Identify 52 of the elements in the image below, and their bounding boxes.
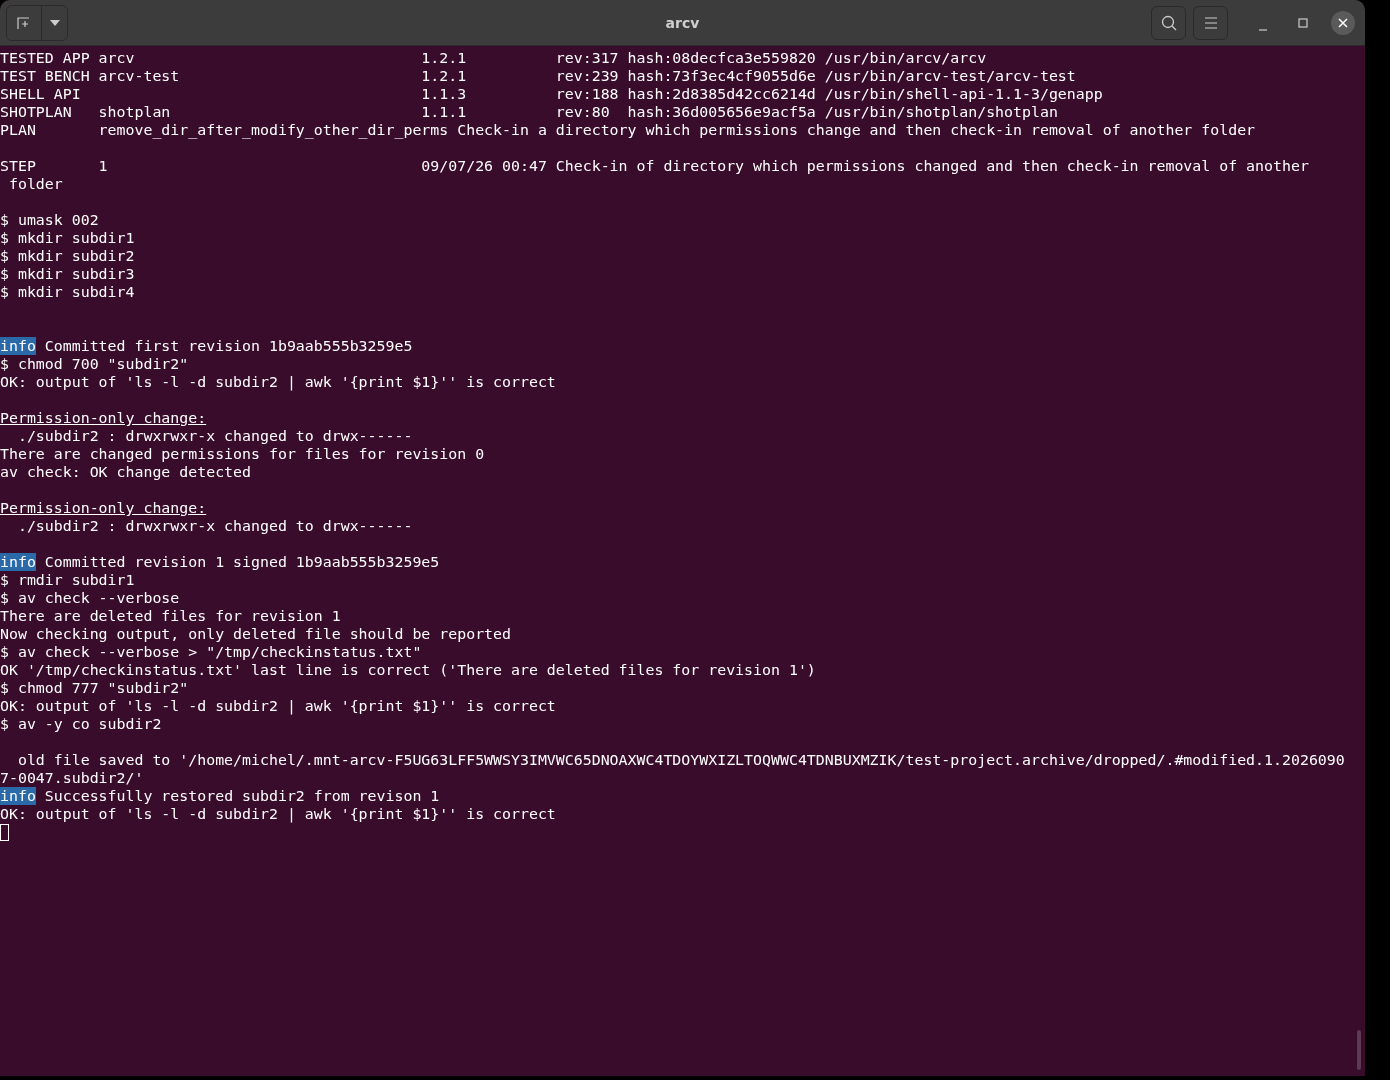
output-line: Now checking output, only deleted file should be reported [0, 625, 511, 643]
output-line: TEST BENCH arcv-test 1.2.1 rev:239 hash:73f3ec4cf9055d6e /usr/bin/arcv-test/arcv-test [0, 67, 1076, 85]
output-line: SHOTPLAN shotplan 1.1.1 rev:80 hash:36d005656e9acf5a /usr/bin/shotplan/shotplan [0, 103, 1058, 121]
output-line: $ chmod 777 "subdir2" [0, 679, 189, 697]
output-line: TESTED APP arcv 1.2.1 rev:317 hash:08decfca3e559820 /usr/bin/arcv/arcv [0, 49, 987, 67]
output-line: av check: OK change detected [0, 463, 252, 481]
output-line: There are changed permissions for files for revision 0 [0, 445, 485, 463]
output-line: $ mkdir subdir4 [0, 283, 135, 301]
output-line: OK: output of 'ls -l -d subdir2 | awk '{print $1}'' is correct [0, 697, 556, 715]
output-line: PLAN remove_dir_after_modify_other_dir_perms Check-in a directory which permissions change and then check-in removal of another folder [0, 121, 1256, 139]
close-icon [1338, 17, 1348, 28]
output-line: ./subdir2 : drwxrwxr-x changed to drwx------ [16, 427, 413, 445]
output-line: $ mkdir subdir3 [0, 265, 135, 283]
output-line: old file saved to '/home/michel/.mnt-arcv-F5UG63LFF5WWSY3IMVWC65DNOAXWC4TDOYWXIZLTOQWWC4TDNBUXMZIK/test-project.archive/dropped/.#modified.1.2026090 [16, 751, 1345, 769]
output-line: $ mkdir subdir2 [0, 247, 135, 265]
output-line: ./subdir2 : drwxrwxr-x changed to drwx------ [16, 517, 413, 535]
output-line: $ mkdir subdir1 [0, 229, 135, 247]
new-tab-icon [17, 15, 31, 30]
output-line: $ av -y co subdir2 [0, 715, 162, 733]
output-line: $ rmdir subdir1 [0, 571, 135, 589]
output-line: Committed first revision 1b9aab555b3259e5 [44, 337, 413, 355]
output-line: SHELL API 1.1.3 rev:188 hash:2d8385d42cc6214d /usr/bin/shell-api-1.1-3/genapp [0, 85, 1103, 103]
output-line: OK: output of 'ls -l -d subdir2 | awk '{print $1}'' is correct [0, 805, 556, 823]
dropdown-button[interactable] [41, 5, 67, 40]
menu-button[interactable] [1193, 5, 1228, 40]
window-title: arcv [664, 14, 701, 31]
close-button[interactable] [1331, 10, 1355, 35]
output-line: 7-0047.subdir2/' [0, 769, 144, 787]
output-line: OK: output of 'ls -l -d subdir2 | awk '{print $1}'' is correct [0, 373, 556, 391]
menu-icon [1203, 16, 1218, 29]
section-heading: Permission-only change: [0, 499, 207, 517]
search-icon [1160, 14, 1177, 31]
minimize-icon [1258, 28, 1268, 31]
output-line: OK '/tmp/checkinstatus.txt' last line is correct ('There are deleted files for revision 1') [0, 661, 816, 679]
output-line: folder [7, 175, 63, 193]
output-line: STEP 1 09/07/26 00:47 Check-in of directory which permissions changed and then check-in removal of another [0, 157, 1309, 175]
output-line: $ chmod 700 "subdir2" [0, 355, 189, 373]
info-tag: info [0, 337, 36, 355]
text-cursor [0, 823, 9, 841]
output-line: There are deleted files for revision 1 [0, 607, 341, 625]
info-tag: info [0, 787, 36, 805]
scrollbar-thumb[interactable] [1357, 1030, 1361, 1070]
search-button[interactable] [1151, 5, 1186, 40]
output-line: Successfully restored subdir2 from revison 1 [44, 787, 440, 805]
output-line: Committed revision 1 signed 1b9aab555b3259e5 [44, 553, 440, 571]
output-line: $ av check --verbose > "/tmp/checkinstatus.txt" [0, 643, 422, 661]
section-heading: Permission-only change: [0, 409, 207, 427]
maximize-icon [1298, 17, 1308, 28]
output-line: $ av check --verbose [0, 589, 180, 607]
info-tag: info [0, 553, 36, 571]
caret-icon [49, 19, 60, 26]
output-line: $ umask 002 [0, 211, 99, 229]
